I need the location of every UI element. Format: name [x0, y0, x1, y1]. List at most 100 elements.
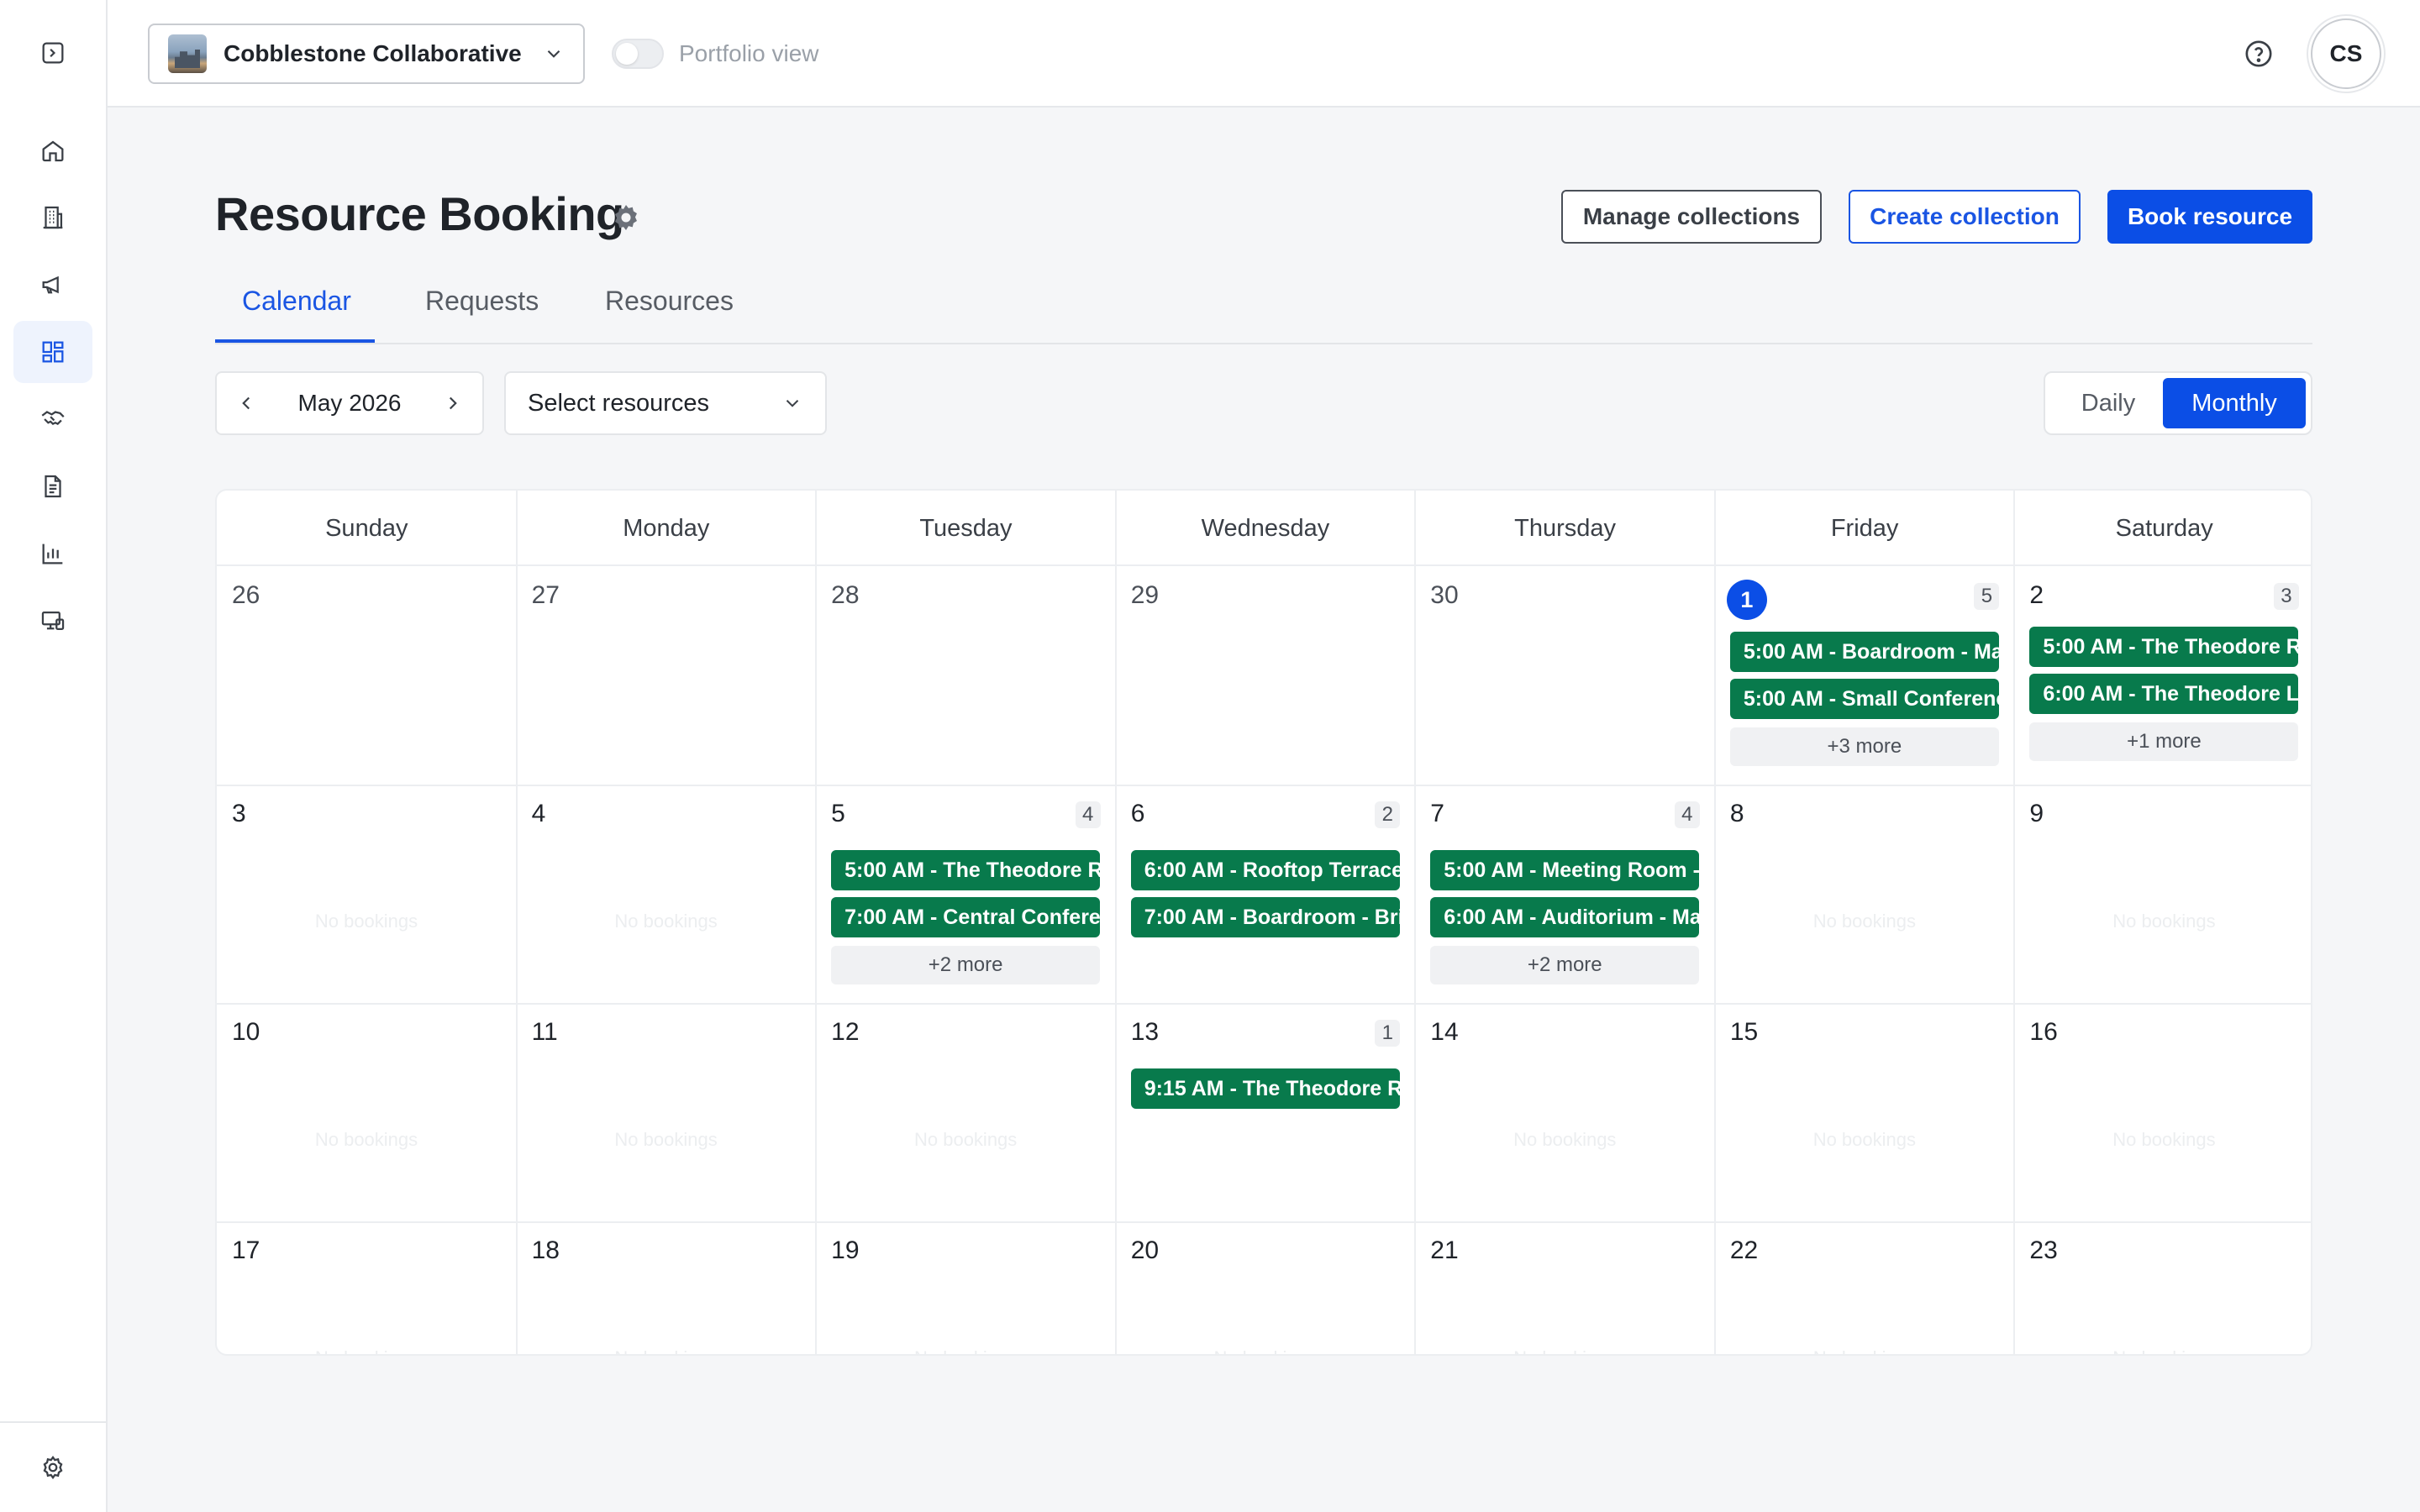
booking-event[interactable]: 6:00 AM - Auditorium - Main — [1430, 897, 1700, 937]
calendar-day-cell[interactable]: 14 No bookings — [1415, 1003, 1715, 1221]
no-bookings-label: No bookings — [1812, 911, 1916, 932]
sidebar-item-announcements[interactable] — [13, 254, 92, 316]
booking-event[interactable]: 5:00 AM - The Theodore Room — [2029, 627, 2299, 667]
panel-toggle-button[interactable] — [13, 22, 92, 84]
day-number: 15 — [1729, 1018, 1759, 1046]
user-avatar[interactable]: CS — [2311, 18, 2381, 89]
tab-bar: Calendar Requests Resources — [215, 277, 2312, 344]
day-number: 22 — [1729, 1236, 1759, 1264]
calendar-day-cell[interactable]: 8 No bookings — [1715, 785, 2015, 1003]
calendar-day-cell[interactable]: 17 No bookings — [217, 1221, 517, 1354]
calendar-day-cell[interactable]: 12 No bookings — [816, 1003, 1116, 1221]
no-bookings-label: No bookings — [1513, 1129, 1617, 1150]
day-number: 16 — [2029, 1018, 2058, 1046]
booking-event[interactable]: 9:15 AM - The Theodore Room — [1130, 1068, 1400, 1109]
no-bookings-label: No bookings — [816, 1347, 1115, 1354]
chevron-down-icon — [786, 400, 799, 407]
calendar-day-cell[interactable]: 30 — [1415, 566, 1715, 785]
no-bookings-label: No bookings — [517, 1347, 816, 1354]
portfolio-view-label: Portfolio view — [679, 40, 819, 66]
calendar-day-cell[interactable]: 4 No bookings — [517, 785, 817, 1003]
sidebar-item-settings[interactable] — [13, 1436, 92, 1499]
calendar-day-cell[interactable]: 19 No bookings — [816, 1221, 1116, 1354]
monthly-view-button[interactable]: Monthly — [2163, 378, 2306, 428]
create-collection-button[interactable]: Create collection — [1849, 190, 2081, 244]
booking-event[interactable]: 7:00 AM - Boardroom - Bridge — [1130, 897, 1400, 937]
calendar-day-cell[interactable]: 3 No bookings — [217, 785, 517, 1003]
manage-collections-button[interactable]: Manage collections — [1561, 190, 1822, 244]
tab-resources[interactable]: Resources — [605, 286, 734, 317]
chevron-right-icon[interactable] — [442, 392, 464, 414]
sidebar-item-buildings[interactable] — [13, 186, 92, 249]
sidebar-item-partners[interactable] — [13, 388, 92, 450]
panel-expand-icon — [42, 42, 64, 64]
tab-calendar[interactable]: Calendar — [242, 286, 351, 317]
calendar-day-cell[interactable]: 29 — [1116, 566, 1416, 785]
page-title: Resource Booking — [215, 187, 624, 240]
calendar-day-cell[interactable]: 13 1 9:15 AM - The Theodore Room — [1116, 1003, 1416, 1221]
booking-event[interactable]: 5:00 AM - The Theodore Room — [831, 850, 1101, 890]
tab-requests[interactable]: Requests — [425, 286, 539, 317]
calendar-day-cell[interactable]: 9 No bookings — [2014, 785, 2311, 1003]
calendar-day-cell[interactable]: 1 5 5:00 AM - Boardroom - Main Tower 5:00 A… — [1715, 566, 2015, 785]
calendar-day-cell[interactable]: 28 — [816, 566, 1116, 785]
booking-event[interactable]: 7:00 AM - Central Conference — [831, 897, 1101, 937]
document-icon — [45, 475, 61, 498]
calendar-day-cell[interactable]: 11 No bookings — [517, 1003, 817, 1221]
calendar-day-cell[interactable]: 6 2 6:00 AM - Rooftop Terrace 7:00 AM - Boa… — [1116, 785, 1416, 1003]
day-number: 27 — [531, 581, 560, 609]
sidebar — [0, 0, 108, 1512]
booking-event[interactable]: 6:00 AM - The Theodore Lounge — [2029, 674, 2299, 714]
sidebar-item-analytics[interactable] — [13, 522, 92, 585]
sidebar-item-resource-booking[interactable] — [13, 321, 92, 383]
chevron-left-icon[interactable] — [235, 392, 257, 414]
day-number: 26 — [232, 581, 260, 609]
day-number: 4 — [531, 800, 546, 827]
portfolio-view-toggle[interactable] — [612, 39, 664, 69]
calendar-day-cell[interactable]: 26 — [217, 566, 517, 785]
calendar-day-cell[interactable]: 21 No bookings — [1415, 1221, 1715, 1354]
daily-view-button[interactable]: Daily — [2052, 378, 2165, 428]
show-more-bookings-button[interactable]: +2 more — [831, 946, 1101, 984]
calendar-day-cell[interactable]: 23 No bookings — [2014, 1221, 2311, 1354]
booking-event[interactable]: 5:00 AM - Meeting Room - A — [1430, 850, 1700, 890]
calendar-day-cell[interactable]: 10 No bookings — [217, 1003, 517, 1221]
organization-thumbnail — [168, 34, 207, 73]
weekday-thursday: Thursday — [1514, 514, 1616, 542]
sidebar-item-devices[interactable] — [13, 590, 92, 652]
booking-count-badge: 4 — [1674, 801, 1700, 828]
settings-gear-icon[interactable] — [610, 202, 642, 234]
devices-icon — [41, 611, 65, 631]
booking-event[interactable]: 5:00 AM - Small Conference Room — [1729, 679, 1999, 719]
day-number: 19 — [831, 1236, 860, 1264]
weekday-tuesday: Tuesday — [919, 514, 1013, 542]
show-more-bookings-button[interactable]: +3 more — [1729, 727, 1999, 766]
resource-select-placeholder: Select resources — [528, 389, 709, 417]
show-more-bookings-button[interactable]: +2 more — [1430, 946, 1700, 984]
show-more-bookings-button[interactable]: +1 more — [2029, 722, 2299, 761]
help-icon[interactable] — [2242, 37, 2275, 71]
sidebar-item-documents[interactable] — [13, 455, 92, 517]
book-resource-button[interactable]: Book resource — [2107, 190, 2312, 244]
booking-event[interactable]: 6:00 AM - Rooftop Terrace — [1130, 850, 1400, 890]
resource-select[interactable]: Select resources — [504, 371, 827, 435]
calendar-day-cell[interactable]: 16 No bookings — [2014, 1003, 2311, 1221]
calendar-day-cell[interactable]: 15 No bookings — [1715, 1003, 2015, 1221]
calendar-day-cell[interactable]: 5 4 5:00 AM - The Theodore Room 7:00 AM - C… — [816, 785, 1116, 1003]
day-number: 13 — [1130, 1018, 1160, 1046]
booking-count-badge: 1 — [1375, 1020, 1401, 1047]
calendar-day-cell[interactable]: 7 4 5:00 AM - Meeting Room - A 6:00 AM - Au… — [1415, 785, 1715, 1003]
no-bookings-label: No bookings — [614, 1129, 718, 1150]
calendar-day-cell[interactable]: 27 — [517, 566, 817, 785]
organization-select[interactable]: Cobblestone Collaborative — [148, 24, 585, 84]
booking-event[interactable]: 5:00 AM - Boardroom - Main Tower — [1729, 632, 1999, 672]
month-calendar: Sunday Monday Tuesday Wednesday Thursday Frid… — [215, 489, 2312, 1356]
day-number: 17 — [232, 1236, 260, 1264]
calendar-day-cell[interactable]: 20 No bookings — [1116, 1221, 1416, 1354]
calendar-day-cell[interactable]: 2 3 5:00 AM - The Theodore Room 6:00 AM - T… — [2014, 566, 2311, 785]
home-icon — [42, 140, 64, 162]
active-tab-indicator — [215, 339, 375, 343]
calendar-day-cell[interactable]: 18 No bookings — [517, 1221, 817, 1354]
sidebar-item-home[interactable] — [13, 119, 92, 181]
calendar-day-cell[interactable]: 22 No bookings — [1715, 1221, 2015, 1354]
